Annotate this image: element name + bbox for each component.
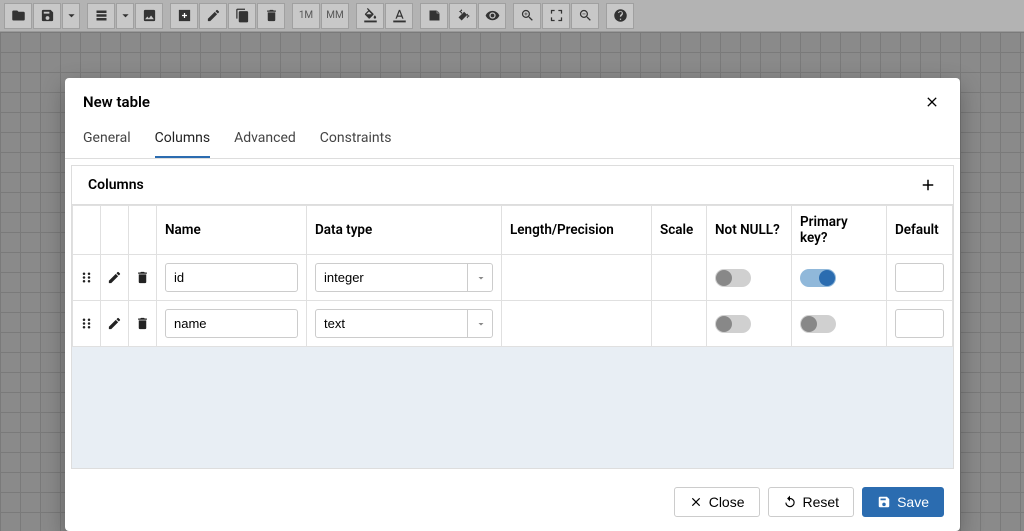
tab-columns[interactable]: Columns bbox=[155, 122, 210, 158]
drag-handle-icon[interactable] bbox=[73, 301, 100, 346]
table-row bbox=[73, 301, 953, 347]
scale-cell[interactable] bbox=[652, 255, 707, 301]
default-input[interactable] bbox=[895, 263, 944, 292]
zoom-out-button[interactable] bbox=[571, 3, 599, 29]
copy-button[interactable] bbox=[228, 3, 256, 29]
column-name-input[interactable] bbox=[165, 309, 298, 338]
zoom-fit-button[interactable] bbox=[542, 3, 570, 29]
th-primary-key: Primary key? bbox=[792, 206, 887, 255]
note-button[interactable] bbox=[420, 3, 448, 29]
primary-key-toggle[interactable] bbox=[800, 269, 836, 287]
image-button[interactable] bbox=[135, 3, 163, 29]
not-null-toggle[interactable] bbox=[715, 315, 751, 333]
primary-key-toggle[interactable] bbox=[800, 315, 836, 333]
help-button[interactable] bbox=[606, 3, 634, 29]
tab-constraints[interactable]: Constraints bbox=[320, 122, 392, 158]
folder-open-button[interactable] bbox=[4, 3, 32, 29]
mm-button[interactable]: MM bbox=[321, 3, 349, 29]
tab-advanced[interactable]: Advanced bbox=[234, 122, 296, 158]
th-name: Name bbox=[157, 206, 307, 255]
one-m-button[interactable]: 1M bbox=[292, 3, 320, 29]
close-button-label: Close bbox=[709, 494, 745, 510]
table-row bbox=[73, 255, 953, 301]
zoom-in-button[interactable] bbox=[513, 3, 541, 29]
close-button[interactable]: Close bbox=[674, 487, 760, 517]
columns-table: Name Data type Length/Precision Scale No… bbox=[72, 205, 953, 347]
app-toolbar: 1M MM bbox=[0, 0, 1024, 32]
save-button[interactable] bbox=[33, 3, 61, 29]
edit-row-button[interactable] bbox=[101, 301, 128, 346]
length-cell[interactable] bbox=[502, 301, 652, 347]
delete-button[interactable] bbox=[257, 3, 285, 29]
edit-row-button[interactable] bbox=[101, 255, 128, 300]
sql-dropdown-button[interactable] bbox=[116, 3, 134, 29]
save-button[interactable]: Save bbox=[862, 487, 944, 517]
not-null-toggle[interactable] bbox=[715, 269, 751, 287]
fill-color-button[interactable] bbox=[356, 3, 384, 29]
edit-button[interactable] bbox=[199, 3, 227, 29]
add-column-button[interactable] bbox=[919, 176, 937, 194]
new-table-dialog: New table General Columns Advanced Const… bbox=[65, 78, 960, 531]
data-type-select[interactable] bbox=[315, 309, 493, 338]
dialog-title: New table bbox=[83, 93, 150, 111]
auto-fix-button[interactable] bbox=[449, 3, 477, 29]
data-type-select[interactable] bbox=[315, 263, 493, 292]
th-length: Length/Precision bbox=[502, 206, 652, 255]
th-default: Default bbox=[887, 206, 953, 255]
dialog-close-button[interactable] bbox=[922, 92, 942, 112]
tab-general[interactable]: General bbox=[83, 122, 131, 158]
delete-row-button[interactable] bbox=[129, 255, 156, 300]
delete-row-button[interactable] bbox=[129, 301, 156, 346]
visibility-button[interactable] bbox=[478, 3, 506, 29]
save-button-label: Save bbox=[897, 494, 929, 510]
drag-handle-icon[interactable] bbox=[73, 255, 100, 300]
column-name-input[interactable] bbox=[165, 263, 298, 292]
reset-button[interactable]: Reset bbox=[768, 487, 855, 517]
save-dropdown-button[interactable] bbox=[62, 3, 80, 29]
reset-button-label: Reset bbox=[803, 494, 840, 510]
th-not-null: Not NULL? bbox=[707, 206, 792, 255]
dialog-tabs: General Columns Advanced Constraints bbox=[65, 122, 960, 159]
section-title-columns: Columns bbox=[88, 177, 144, 193]
sql-button[interactable] bbox=[87, 3, 115, 29]
text-color-button[interactable] bbox=[385, 3, 413, 29]
add-button[interactable] bbox=[170, 3, 198, 29]
length-cell[interactable] bbox=[502, 255, 652, 301]
th-data-type: Data type bbox=[307, 206, 502, 255]
th-scale: Scale bbox=[652, 206, 707, 255]
scale-cell[interactable] bbox=[652, 301, 707, 347]
default-input[interactable] bbox=[895, 309, 944, 338]
